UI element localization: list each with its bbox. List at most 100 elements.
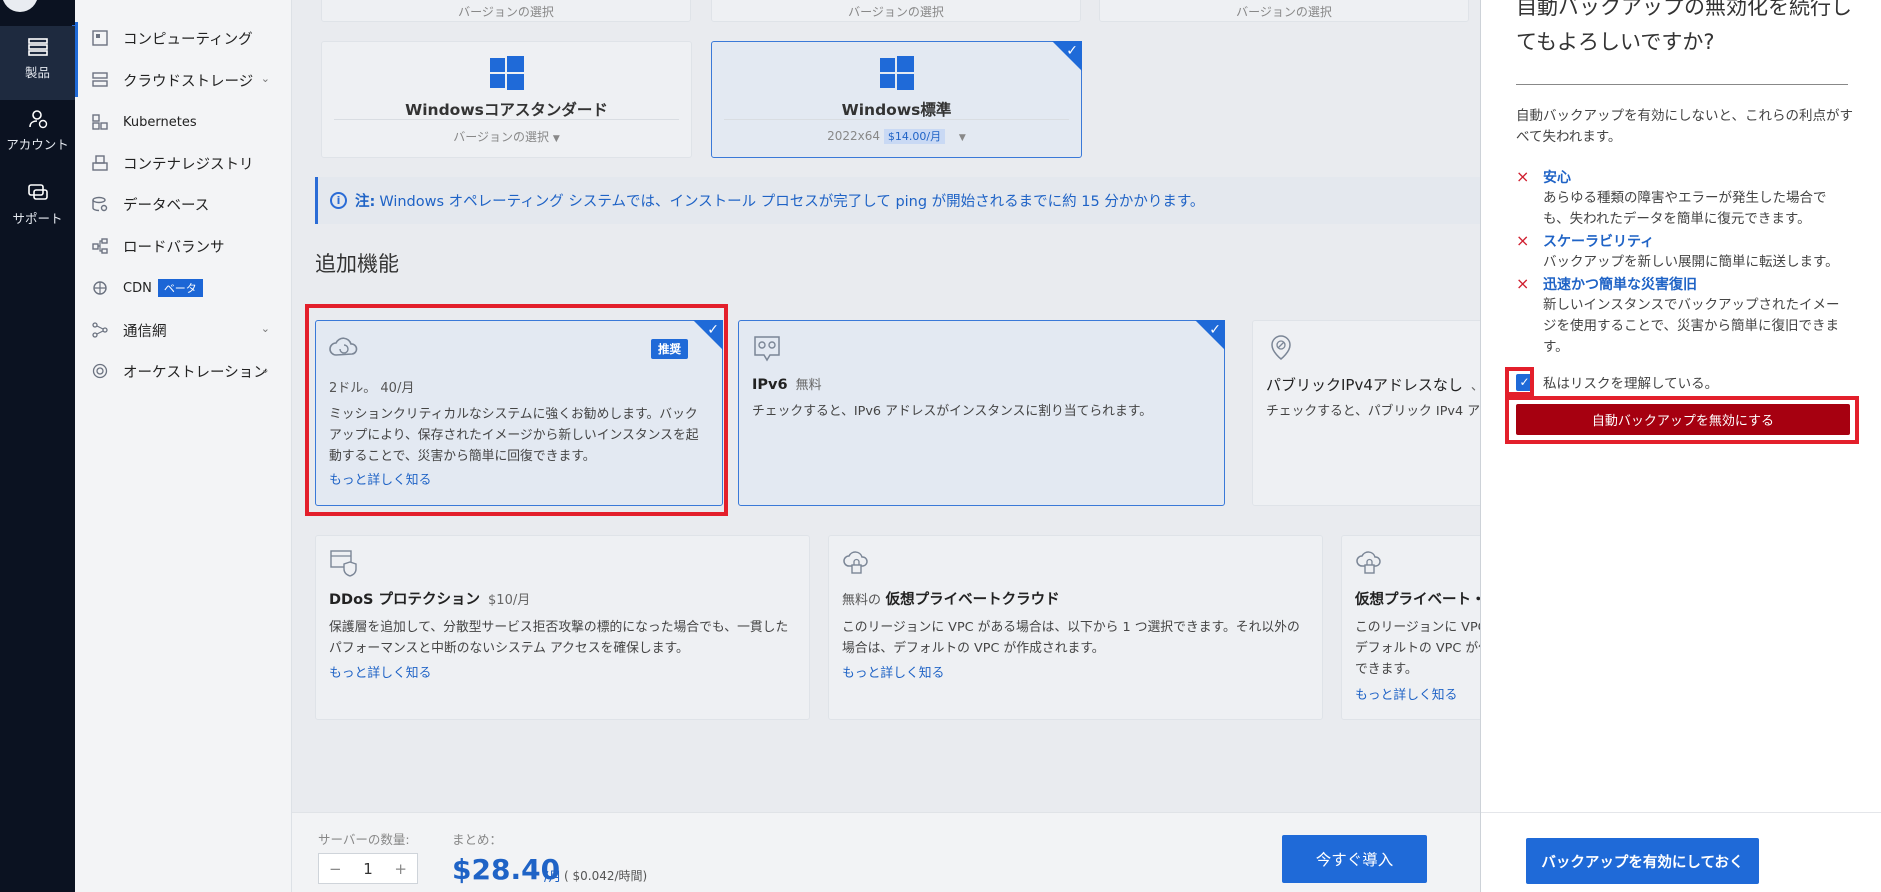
price-hourly: ( $0.042/時間): [564, 869, 648, 883]
highlight-box: [1505, 396, 1859, 444]
nav-item-loadbalancer[interactable]: ロードバランサ: [75, 229, 292, 263]
summary-label: まとめ：: [452, 832, 503, 847]
os-version-select: バージョンの選択: [1236, 5, 1332, 19]
nav-item-label: クラウドストレージ: [123, 73, 254, 90]
nav-item-database[interactable]: データベース: [75, 187, 292, 221]
keep-backup-button[interactable]: バックアップを有効にしておく: [1526, 838, 1759, 884]
chevron-down-icon[interactable]: ⌄: [261, 322, 270, 335]
loadbalancer-icon: [91, 237, 109, 255]
feature-title: 無料の 仮想プライベートクラウド: [842, 592, 1060, 608]
learn-more-link[interactable]: もっと詳しく知る: [842, 662, 944, 681]
network-icon: [91, 321, 109, 339]
nav-item-label: コンテナレジストリ: [123, 156, 254, 173]
nav-item-registry[interactable]: コンテナレジストリ: [75, 146, 292, 180]
chevron-down-icon[interactable]: ⌄: [261, 72, 270, 85]
os-version-select[interactable]: バージョンの選択 ▼: [322, 128, 691, 145]
risk-checkbox-row[interactable]: ✓ 私はリスクを理解している。: [1516, 372, 1718, 392]
rail-item-label: アカウント: [6, 137, 69, 152]
section-title: 追加機能: [315, 252, 399, 276]
nav-item-computing[interactable]: コンピューティング: [75, 21, 292, 55]
computing-icon: [91, 29, 109, 47]
account-icon: [28, 110, 47, 129]
feature-card-ipv6[interactable]: ✓ IPv6 無料 チェックすると、IPv6 アドレスがインスタンスに割り当てられ…: [738, 320, 1225, 506]
benefit-title: スケーラビリティ: [1543, 234, 1655, 250]
feature-desc: このリージョンに VPC デフォルトの VPC が作 できます。: [1355, 620, 1480, 677]
divider: [724, 119, 1069, 120]
qty-value[interactable]: 1: [363, 860, 373, 878]
windows-icon: [879, 56, 914, 90]
no-ipv4-pin-icon: [1271, 335, 1291, 360]
orchestration-icon: [91, 362, 109, 380]
rail-item-label: サポート: [12, 211, 63, 226]
nav-item-storage[interactable]: クラウドストレージ ⌄: [75, 63, 292, 97]
feature-card-no-ipv4[interactable]: パブリックIPv4アドレスなし、 チェックすると、パブリック IPv4 アドレ: [1252, 320, 1480, 506]
feature-card-vpc[interactable]: 無料の 仮想プライベートクラウド このリージョンに VPC がある場合は、以下か…: [828, 535, 1323, 720]
panel-intro: 自動バックアップを有効にしないと、これらの利点がすべて失われます。: [1516, 108, 1853, 145]
os-title: Windowsコアスタンダード: [405, 101, 608, 119]
windows-notice: i 注: Windows オペレーティング システムでは、インストール プロセス…: [315, 177, 1480, 224]
feature-title: パブリックIPv4アドレスなし、: [1266, 376, 1480, 394]
panel-title: 自動バックアップの無効化を続行してもよろしいですか?: [1516, 0, 1852, 54]
nav-item-label: コンピューティング: [123, 31, 253, 48]
nav-item-orchestration[interactable]: オーケストレーション ⌄: [75, 354, 292, 388]
highlight-box: [1505, 367, 1534, 396]
os-card-windows-standard[interactable]: ✓ Windows標準 2022x64 $14.00/月 ▼: [711, 41, 1082, 158]
os-card-windows-core[interactable]: Windowsコアスタンダード バージョンの選択 ▼: [321, 41, 692, 158]
feature-desc: 保護層を追加して、分散型サービス拒否攻撃の標的になった場合でも、一貫したパフォー…: [329, 620, 789, 656]
storage-icon: [91, 71, 109, 89]
windows-icon: [489, 56, 524, 90]
feature-title: 仮想プライベート・: [1355, 592, 1480, 608]
feature-card-vpc-2[interactable]: 仮想プライベート・ このリージョンに VPC デフォルトの VPC が作 できま…: [1341, 535, 1480, 720]
qty-plus-button[interactable]: +: [394, 860, 407, 878]
nav-item-network[interactable]: 通信網 ⌄: [75, 313, 292, 347]
vpc-cloud-icon: [1356, 551, 1381, 574]
rail-item-account[interactable]: アカウント: [0, 108, 75, 168]
risk-checkbox-label[interactable]: 私はリスクを理解している。: [1543, 372, 1718, 392]
feature-card-ddos[interactable]: DDoS プロテクション $10/月 保護層を追加して、分散型サービス拒否攻撃の標…: [315, 535, 810, 720]
learn-more-link[interactable]: もっと詳しく知る: [329, 662, 431, 681]
x-icon: ×: [1516, 274, 1530, 293]
price-unit: /月: [544, 870, 562, 885]
registry-icon: [91, 154, 109, 172]
rail-item-products[interactable]: 製品: [0, 26, 75, 100]
os-version-select: バージョンの選択: [848, 5, 944, 19]
os-version-select[interactable]: 2022x64 $14.00/月 ▼: [712, 128, 1081, 144]
rail-item-support[interactable]: サポート: [0, 182, 75, 242]
products-icon: [27, 38, 48, 56]
nav-item-kubernetes[interactable]: Kubernetes: [75, 105, 292, 139]
os-card-clipped[interactable]: バージョンの選択: [711, 0, 1081, 22]
chevron-down-icon[interactable]: ⌄: [261, 363, 270, 376]
divider: [1516, 84, 1848, 85]
feature-desc: このリージョンに VPC がある場合は、以下から 1 つ選択できます。それ以外の…: [842, 620, 1300, 656]
notice-prefix: 注:: [355, 194, 376, 210]
support-icon: [27, 184, 48, 200]
disable-backup-panel: 自動バックアップの無効化を続行してもよろしいですか? 自動バックアップを有効にし…: [1480, 0, 1881, 892]
benefit-desc: あらゆる種類の障害やエラーが発生した場合でも、失われたデータを簡単に復元できます…: [1543, 190, 1827, 227]
nav-item-cdn[interactable]: CDN ベータ: [75, 271, 292, 305]
info-icon: i: [330, 192, 347, 209]
quantity-stepper[interactable]: − 1 +: [318, 853, 418, 884]
os-card-clipped[interactable]: バージョンの選択: [321, 0, 691, 22]
nav-item-label: Kubernetes: [123, 114, 197, 130]
logo[interactable]: [2, 0, 38, 12]
beta-badge: ベータ: [157, 279, 203, 297]
learn-more-link[interactable]: もっと詳しく知る: [1355, 684, 1457, 703]
benefit-desc: バックアップを新しい展開に簡単に転送します。: [1543, 254, 1839, 270]
kubernetes-icon: [91, 113, 109, 131]
rail-item-label: 製品: [24, 65, 50, 80]
deploy-button[interactable]: 今すぐ導入: [1282, 835, 1427, 883]
os-card-clipped[interactable]: バージョンの選択: [1099, 0, 1469, 22]
nav-item-label: 通信網: [123, 323, 167, 340]
vpc-cloud-icon: [843, 551, 868, 574]
nav-item-label: データベース: [123, 197, 210, 214]
x-icon: ×: [1516, 167, 1530, 186]
ipv6-pin-icon: [754, 336, 780, 362]
os-title: Windows標準: [841, 101, 952, 119]
qty-minus-button[interactable]: −: [329, 860, 342, 878]
feature-desc: チェックすると、パブリック IPv4 アドレ: [1266, 404, 1480, 419]
database-icon: [91, 195, 109, 213]
bottom-bar: サーバーの数量: − 1 + まとめ： $28.40 /月 ( $0.042/時…: [292, 812, 1480, 892]
os-version-select: バージョンの選択: [458, 5, 554, 19]
shield-icon: [330, 550, 357, 577]
main-content: バージョンの選択 バージョンの選択 バージョンの選択 Windowsコアスタンダ…: [292, 0, 1480, 892]
